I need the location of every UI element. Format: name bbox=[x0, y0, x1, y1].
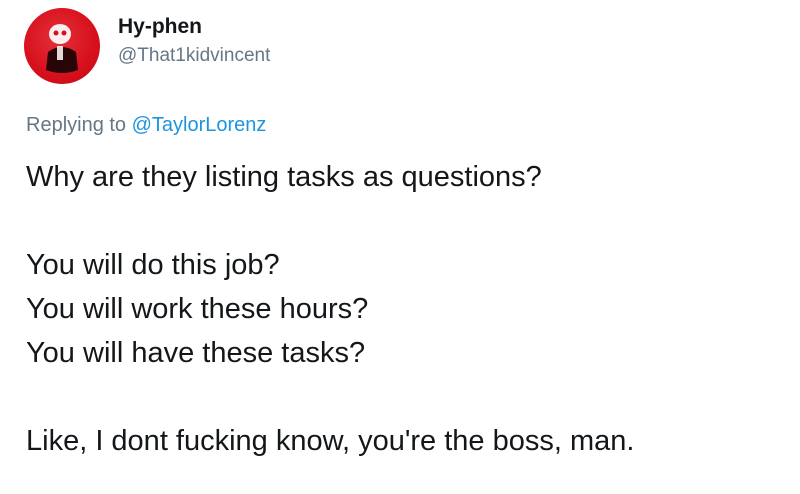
tweet-body: Why are they listing tasks as questions?… bbox=[26, 155, 786, 463]
tweet-text-line: Like, I dont fucking know, you're the bo… bbox=[26, 425, 635, 457]
tweet-text-line: You will work these hours? bbox=[26, 293, 369, 325]
tweet-text-line: Why are they listing tasks as questions? bbox=[26, 161, 542, 193]
avatar-figure-icon bbox=[46, 24, 78, 73]
avatar[interactable] bbox=[24, 8, 100, 84]
replying-to-line: Replying to @TaylorLorenz bbox=[26, 112, 266, 138]
replying-to-label: Replying to bbox=[26, 114, 127, 136]
tweet-card: Hy-phen @That1kidvincent Replying to @Ta… bbox=[0, 0, 800, 494]
author-handle[interactable]: @That1kidvincent bbox=[118, 44, 270, 68]
tweet-text-line: You will do this job? bbox=[26, 249, 280, 281]
tweet-text-line: You will have these tasks? bbox=[26, 337, 366, 369]
author-display-name[interactable]: Hy-phen bbox=[118, 14, 202, 40]
reply-mention-link[interactable]: @TaylorLorenz bbox=[132, 114, 267, 136]
